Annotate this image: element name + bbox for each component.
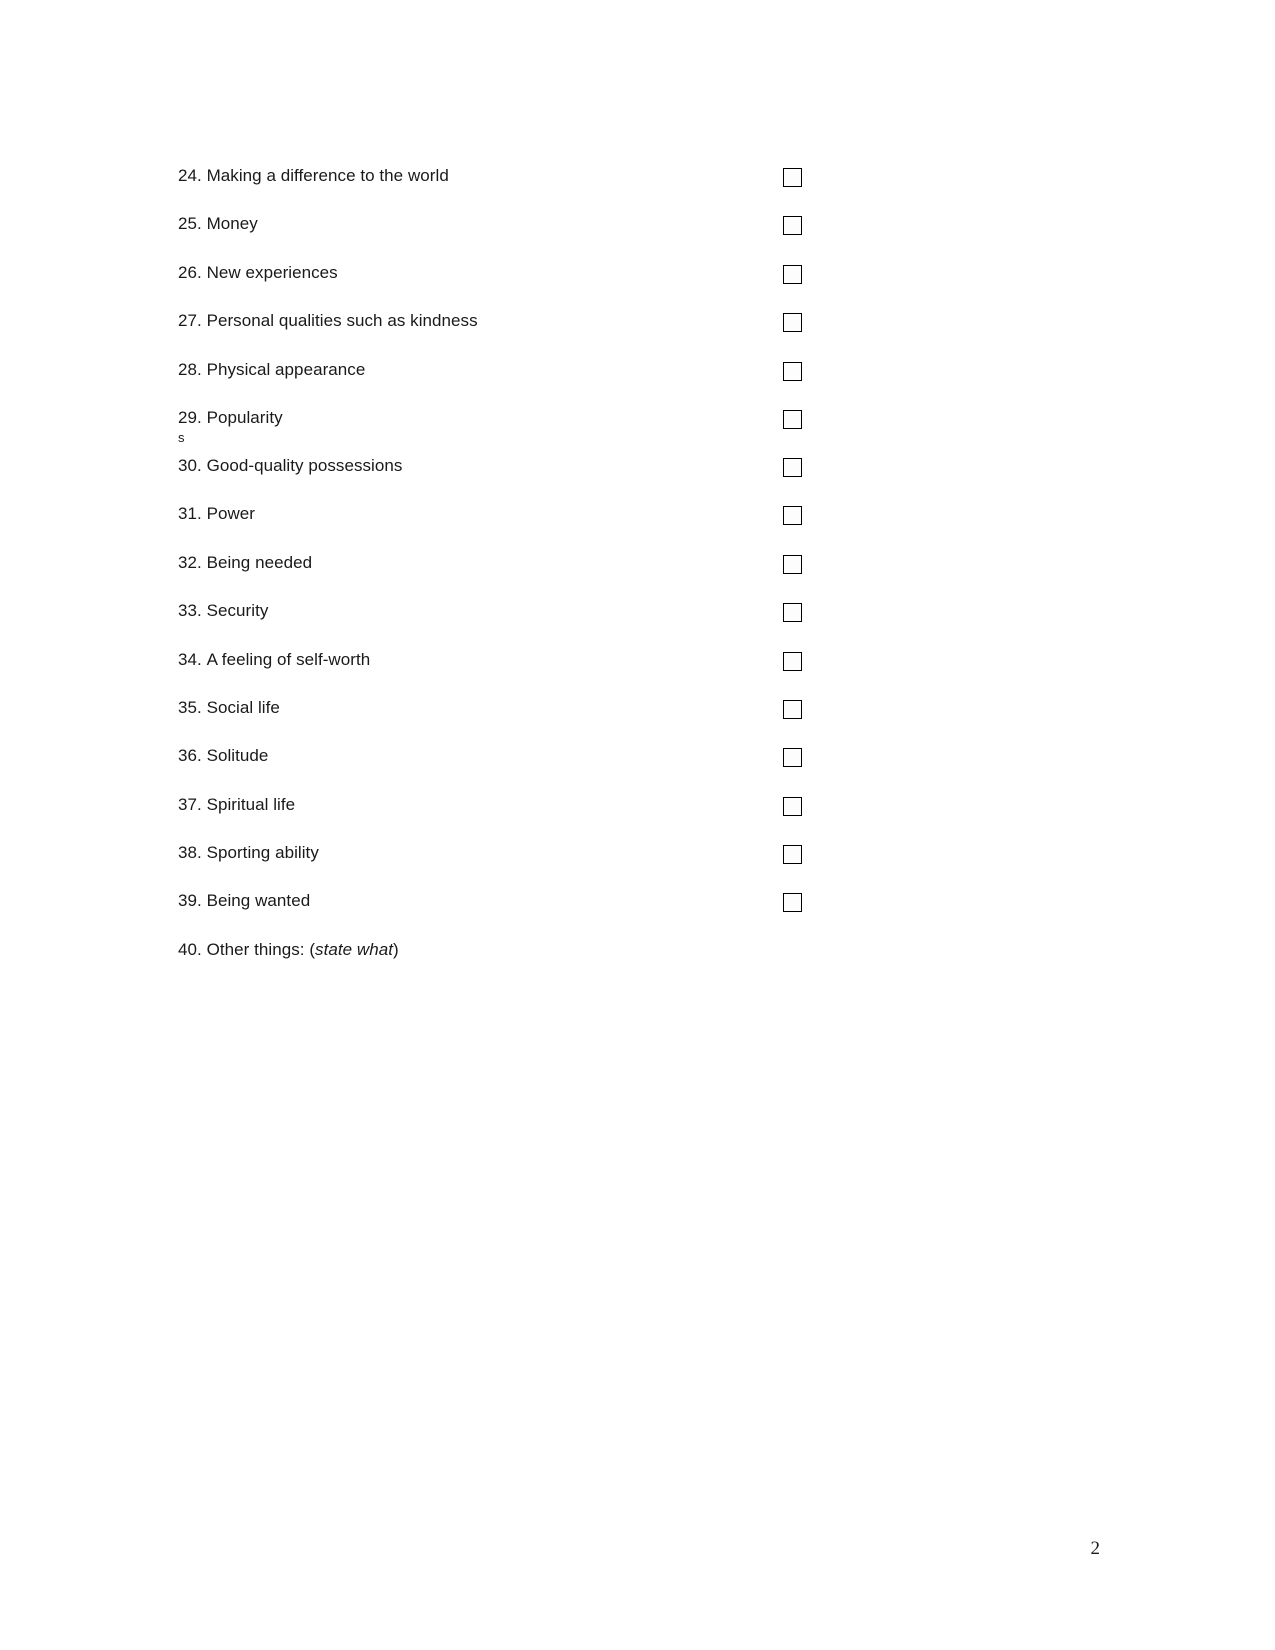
page-number: 2 [1090, 1538, 1101, 1559]
list-item[interactable]: 28. Physical appearance [178, 359, 818, 407]
checkbox-item-33[interactable] [783, 603, 802, 623]
list-item-label: 25. Money [178, 214, 258, 234]
stray-character-artifact: s [178, 429, 818, 455]
list-item-label: 31. Power [178, 504, 256, 524]
checkbox-item-26[interactable] [783, 264, 802, 284]
document-page: 24. Making a difference to the world 25.… [0, 0, 1275, 1650]
list-item[interactable]: 37. Spiritual life [178, 794, 818, 842]
list-item[interactable]: 33. Security [178, 600, 818, 648]
list-item-label: 38. Sporting ability [178, 843, 319, 863]
checkbox-item-35[interactable] [783, 699, 802, 719]
list-item[interactable]: 25. Money [178, 213, 818, 261]
checkbox-item-24[interactable] [783, 168, 802, 187]
list-item[interactable]: 27. Personal qualities such as kindness [178, 310, 818, 358]
list-item[interactable]: 40. Other things: (state what) [178, 939, 818, 987]
list-item-label: 30. Good-quality possessions [178, 455, 403, 475]
checkbox-item-39[interactable] [783, 893, 802, 913]
checkbox-item-28[interactable] [783, 361, 802, 381]
checkbox-item-25[interactable] [783, 216, 802, 236]
list-item-label: 27. Personal qualities such as kindness [178, 311, 478, 331]
list-item[interactable]: 26. New experiences [178, 262, 818, 310]
list-item[interactable]: 38. Sporting ability [178, 842, 818, 890]
checkbox-item-27[interactable] [783, 313, 802, 333]
list-item-label: 26. New experiences [178, 262, 338, 282]
list-item-label: 24. Making a difference to the world [178, 166, 449, 185]
list-item-label: 40. Other things: (state what) [178, 939, 399, 959]
list-item[interactable]: 36. Solitude [178, 745, 818, 793]
list-item-label: 39. Being wanted [178, 891, 311, 911]
list-item[interactable]: 29. Popularity [178, 407, 818, 429]
checkbox-item-34[interactable] [783, 651, 802, 671]
list-item-label: 37. Spiritual life [178, 794, 296, 814]
list-item[interactable]: 39. Being wanted [178, 890, 818, 938]
list-item-label: 28. Physical appearance [178, 359, 366, 379]
list-item[interactable]: 31. Power [178, 503, 818, 551]
list-item-label-italic: state what [315, 939, 394, 959]
questionnaire-item-list: 24. Making a difference to the world 25.… [178, 165, 818, 987]
checkbox-item-31[interactable] [783, 506, 802, 526]
checkbox-item-30[interactable] [783, 457, 802, 477]
list-item[interactable]: 32. Being needed [178, 552, 818, 600]
list-item-label: 34. A feeling of self-worth [178, 649, 371, 669]
list-item[interactable]: 24. Making a difference to the world [178, 165, 818, 213]
list-item-label: 36. Solitude [178, 746, 269, 766]
checkbox-item-36[interactable] [783, 748, 802, 768]
checkbox-item-32[interactable] [783, 554, 802, 574]
stray-character-label: s [178, 429, 185, 445]
list-item-label: 32. Being needed [178, 552, 313, 572]
list-item[interactable]: 35. Social life [178, 697, 818, 745]
checkbox-item-37[interactable] [783, 796, 802, 816]
list-item-label: 35. Social life [178, 697, 280, 717]
checkbox-item-38[interactable] [783, 845, 802, 865]
list-item[interactable]: 34. A feeling of self-worth [178, 649, 818, 697]
list-item[interactable]: 30. Good-quality possessions [178, 455, 818, 503]
list-item-label: 29. Popularity [178, 407, 283, 427]
list-item-label: 33. Security [178, 601, 269, 621]
checkbox-item-29[interactable] [783, 409, 802, 429]
